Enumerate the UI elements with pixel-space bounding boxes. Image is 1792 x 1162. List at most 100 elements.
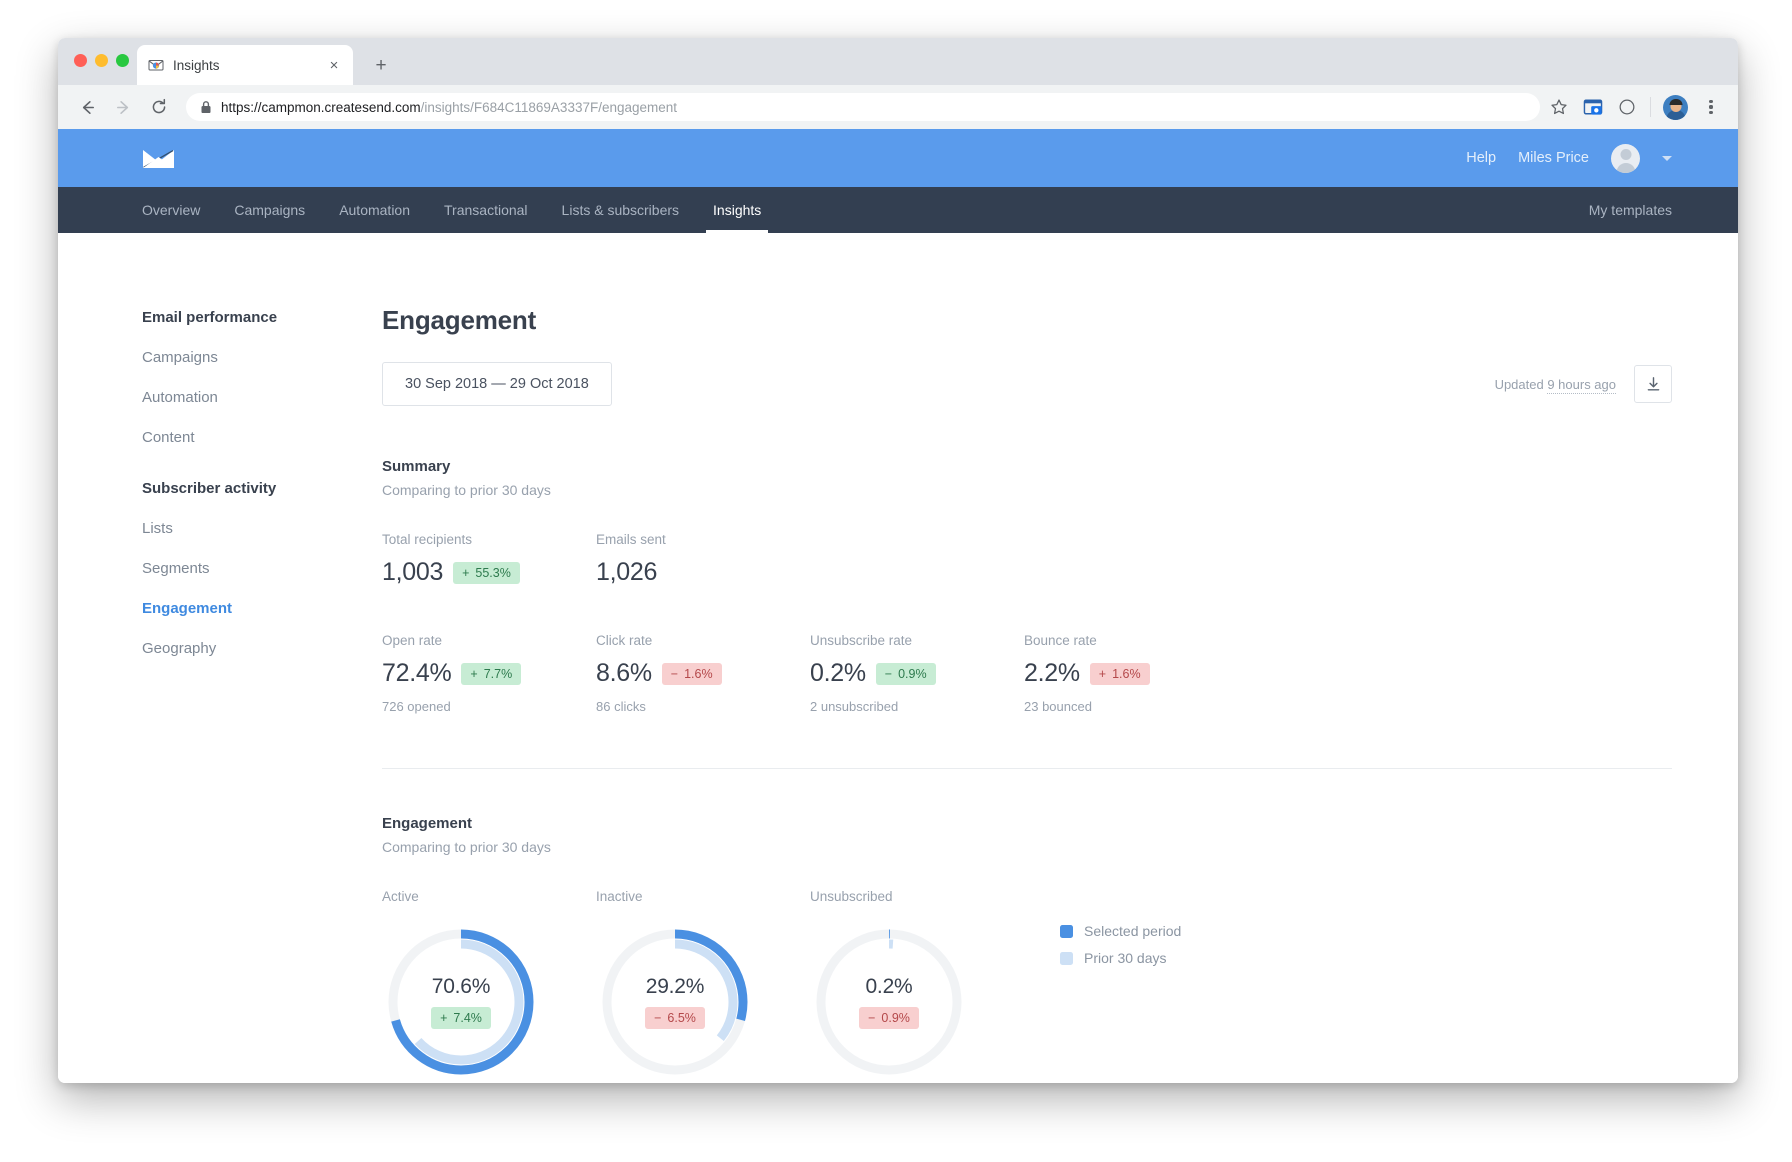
metric-delta-badge: + 7.7% <box>461 662 522 685</box>
legend-swatch <box>1060 951 1073 965</box>
sidebar-item-geography[interactable]: Geography <box>142 640 374 657</box>
screenshot-root: Insights × + https://campmon.createsend.… <box>0 0 1792 1162</box>
delta-sign: + <box>470 666 478 681</box>
metric-bounce-rate: Bounce rate 2.2% + 1.6% 23 bounced <box>1024 633 1238 714</box>
nav-item-my-templates[interactable]: My templates <box>1589 187 1672 233</box>
nav-item-automation[interactable]: Automation <box>322 187 427 233</box>
kebab-menu-icon[interactable] <box>1700 96 1722 118</box>
sidebar-item-content[interactable]: Content <box>142 429 374 446</box>
delta-sign: − <box>654 1011 662 1025</box>
donut-chart[interactable]: 0.2% − 0.9% <box>810 923 968 1081</box>
legend-swatch <box>1060 924 1073 938</box>
donut-delta-badge: + 7.4% <box>431 1007 491 1029</box>
user-avatar[interactable] <box>1611 143 1640 173</box>
summary-subtitle: Comparing to prior 30 days <box>382 482 551 498</box>
toolbar-actions <box>1548 94 1724 120</box>
summary-title: Summary <box>382 458 451 475</box>
summary-top-metrics: Total recipients 1,003 + 55.3% Emails se… <box>382 532 1672 587</box>
donut-label: Unsubscribed <box>810 889 893 904</box>
close-tab-button[interactable]: × <box>325 56 343 74</box>
donut-chart[interactable]: 70.6% + 7.4% <box>382 923 540 1081</box>
browser-toolbar: https://campmon.createsend.com/insights/… <box>58 85 1738 129</box>
engagement-section: Engagement Comparing to prior 30 days Ac… <box>382 815 1672 1081</box>
metric-value: 0.2% <box>810 659 866 687</box>
browser-tab[interactable]: Insights × <box>137 45 353 85</box>
tab-favicon-icon <box>147 57 164 74</box>
delta-sign: − <box>868 1011 876 1025</box>
date-range-picker[interactable]: 30 Sep 2018 — 29 Oct 2018 <box>382 362 612 406</box>
donut-chart-row: Active 70.6% + 7.4% Inactive 29.2% − 6.5… <box>382 889 1672 1081</box>
delta-value: 1.6% <box>684 666 713 681</box>
metric-label: Open rate <box>382 633 443 648</box>
metric-sublabel: 2 unsubscribed <box>810 699 899 714</box>
maximize-window-button[interactable] <box>116 54 129 67</box>
help-link[interactable]: Help <box>1466 150 1496 166</box>
address-bar[interactable]: https://campmon.createsend.com/insights/… <box>186 93 1540 121</box>
updated-prefix: Updated <box>1494 376 1548 392</box>
screen-capture-icon[interactable] <box>1582 96 1604 118</box>
legend-item-selected-period: Selected period <box>1060 923 1181 939</box>
user-name-label[interactable]: Miles Price <box>1518 150 1589 166</box>
donut-value: 29.2% <box>645 975 705 998</box>
circle-icon[interactable] <box>1616 96 1638 118</box>
forward-button[interactable] <box>108 92 138 122</box>
metric-emails-sent: Emails sent 1,026 <box>596 532 810 587</box>
download-button[interactable] <box>1634 365 1672 403</box>
metric-label: Total recipients <box>382 532 473 547</box>
metric-sublabel: 86 clicks <box>596 699 646 714</box>
sidebar-item-segments[interactable]: Segments <box>142 560 374 577</box>
nav-item-insights[interactable]: Insights <box>696 187 778 233</box>
delta-sign: + <box>1098 666 1107 681</box>
metric-label: Bounce rate <box>1024 633 1097 648</box>
delta-sign: − <box>670 666 679 681</box>
delta-value: 55.3% <box>475 565 511 580</box>
close-window-button[interactable] <box>74 54 87 67</box>
donut-value: 70.6% <box>431 975 491 998</box>
metric-value: 2.2% <box>1024 659 1080 687</box>
campaign-monitor-logo-icon[interactable] <box>142 146 176 170</box>
summary-rate-metrics: Open rate 72.4% + 7.7% 726 opened Click … <box>382 633 1672 714</box>
sidebar-item-campaigns[interactable]: Campaigns <box>142 349 374 366</box>
metric-value: 1,003 <box>382 558 444 586</box>
metric-label: Click rate <box>596 633 653 648</box>
updated-label: Updated 9 hours ago <box>1494 376 1616 394</box>
updated-value[interactable]: 9 hours ago <box>1547 376 1616 394</box>
browser-tab-strip: Insights × + <box>58 38 1738 85</box>
minimize-window-button[interactable] <box>95 54 108 67</box>
delta-sign: + <box>440 1011 448 1025</box>
metric-unsubscribe-rate: Unsubscribe rate 0.2% − 0.9% 2 unsubscri… <box>810 633 1024 714</box>
back-button[interactable] <box>72 92 102 122</box>
delta-value: 7.4% <box>453 1011 482 1025</box>
metric-click-rate: Click rate 8.6% − 1.6% 86 clicks <box>596 633 810 714</box>
sidebar-item-lists[interactable]: Lists <box>142 520 374 537</box>
app-nav-right: My templates <box>1589 187 1672 233</box>
nav-item-lists-subscribers[interactable]: Lists & subscribers <box>545 187 696 233</box>
delta-value: 0.9% <box>881 1011 910 1025</box>
sidebar-group-email-performance: Email performance <box>142 309 278 326</box>
nav-item-transactional[interactable]: Transactional <box>427 187 545 233</box>
donut-value: 0.2% <box>865 975 913 998</box>
app-primary-nav: Overview Campaigns Automation Transactio… <box>58 187 1738 233</box>
insights-content: Engagement 30 Sep 2018 — 29 Oct 2018 Upd… <box>374 305 1672 1081</box>
delta-value: 7.7% <box>483 666 513 681</box>
donut-active: Active 70.6% + 7.4% <box>382 889 596 1081</box>
donut-center-labels: 29.2% − 6.5% <box>596 923 754 1081</box>
legend-item-prior-30-days: Prior 30 days <box>1060 950 1181 966</box>
bookmark-star-icon[interactable] <box>1548 96 1570 118</box>
donut-chart[interactable]: 29.2% − 6.5% <box>596 923 754 1081</box>
nav-item-overview[interactable]: Overview <box>142 187 217 233</box>
reload-button[interactable] <box>144 92 174 122</box>
sidebar-item-automation[interactable]: Automation <box>142 389 374 406</box>
toolbar-divider <box>1650 97 1651 117</box>
engagement-subtitle: Comparing to prior 30 days <box>382 839 551 855</box>
metric-delta-badge: − 1.6% <box>661 662 722 685</box>
chevron-down-icon[interactable] <box>1662 155 1672 161</box>
profile-avatar[interactable] <box>1663 94 1688 120</box>
delta-sign: + <box>462 565 470 580</box>
new-tab-button[interactable]: + <box>368 52 394 78</box>
web-page: Help Miles Price Overview Campaigns Auto… <box>58 129 1738 1083</box>
url-domain: https://campmon.createsend.com <box>221 99 421 115</box>
delta-value: 1.6% <box>1112 666 1141 681</box>
nav-item-campaigns[interactable]: Campaigns <box>217 187 322 233</box>
sidebar-item-engagement[interactable]: Engagement <box>142 600 374 617</box>
